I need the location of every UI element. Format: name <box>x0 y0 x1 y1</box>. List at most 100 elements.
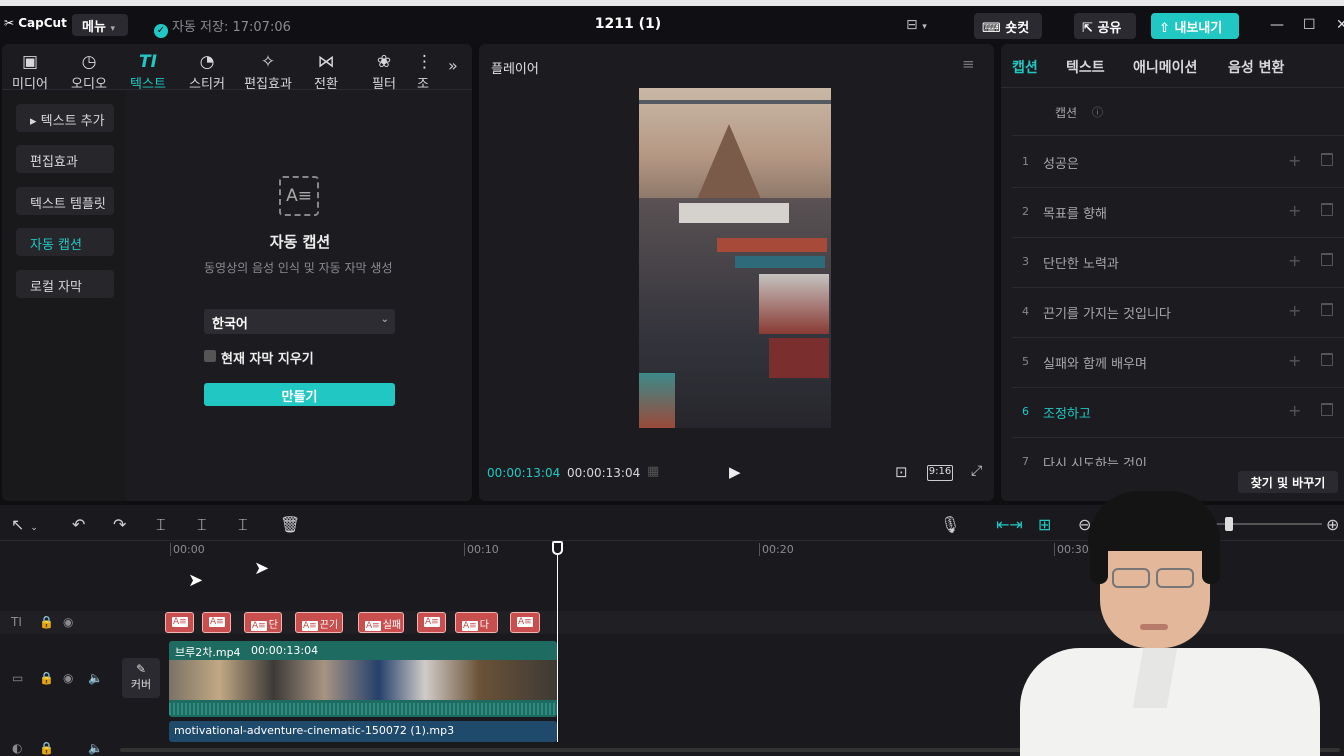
tab-transition[interactable]: ⋈ 전환 <box>302 52 350 92</box>
caption-text[interactable]: 목표를 향해 <box>1043 203 1107 222</box>
caption-text[interactable]: 끈기를 가지는 것입니다 <box>1043 303 1171 322</box>
plus-icon[interactable]: + <box>1288 151 1301 170</box>
caption-clip[interactable]: A≡ <box>202 612 231 633</box>
redo-icon[interactable]: ↷ <box>113 515 126 534</box>
menu-button[interactable]: 메뉴 ▾ <box>72 14 128 36</box>
split-icon[interactable]: ⌶ <box>156 515 166 535</box>
caption-clip[interactable]: A≡ <box>417 612 446 633</box>
caption-row[interactable]: 3 단단한 노력과 + <box>1012 238 1344 288</box>
delete-icon[interactable]: 🗑 <box>280 515 300 534</box>
tab-adjust-label: 조 <box>417 77 429 92</box>
trash-icon[interactable] <box>1321 153 1333 166</box>
side-effects[interactable]: 편집효과 <box>16 145 114 173</box>
caption-clip[interactable]: A≡ 단 <box>244 612 282 633</box>
caption-row[interactable]: 2 목표를 향해 + <box>1012 188 1344 238</box>
tab-filter-label: 필터 <box>372 77 396 92</box>
side-auto-caption[interactable]: 자동 캡션 <box>16 228 114 256</box>
tab-caption[interactable]: 캡션 <box>1012 57 1038 77</box>
caption-text[interactable]: 다시 시도하는 것이 <box>1043 453 1147 466</box>
caption-text[interactable]: 조정하고 <box>1043 403 1091 422</box>
eye-icon[interactable]: ◉ <box>63 615 73 629</box>
playhead[interactable] <box>557 548 558 742</box>
plus-icon[interactable]: + <box>1288 401 1301 420</box>
aspect-ratio-button[interactable]: 9:16 <box>927 465 953 481</box>
tab-sticker[interactable]: ◔ 스티커 <box>183 52 231 92</box>
fit-icon[interactable]: ⊡ <box>895 463 908 481</box>
language-select[interactable]: 한국어 ⌄ <box>204 309 395 334</box>
lock-icon[interactable]: 🔒 <box>39 615 54 629</box>
tab-text[interactable]: TI 텍스트 <box>124 52 172 92</box>
tab-audio[interactable]: ◷ 오디오 <box>65 52 113 92</box>
player-menu-icon[interactable]: ≡ <box>962 55 975 73</box>
caption-clip[interactable]: A≡ 실패 <box>358 612 404 633</box>
export-button[interactable]: ⇧ 내보내기 <box>1151 13 1239 39</box>
container-stack <box>639 373 675 428</box>
playhead-handle[interactable] <box>552 541 563 555</box>
timecode-toggle-icon[interactable]: ▦ <box>647 464 659 479</box>
share-button[interactable]: ⇱ 공유 <box>1074 13 1136 39</box>
tab-animation[interactable]: 애니메이션 <box>1133 57 1197 77</box>
maximize-icon[interactable]: ☐ <box>1303 17 1316 33</box>
plus-icon[interactable]: + <box>1288 201 1301 220</box>
caption-text[interactable]: 실패와 함께 배우며 <box>1043 353 1147 372</box>
caption-clip[interactable]: A≡ 끈기 <box>295 612 343 633</box>
play-icon[interactable]: ▶ <box>729 463 741 481</box>
help-icon[interactable]: ⓘ <box>1092 104 1103 120</box>
caption-text[interactable]: 성공은 <box>1043 153 1079 172</box>
trash-icon[interactable] <box>1321 203 1333 216</box>
microphone-icon[interactable]: 🎙 <box>940 515 960 534</box>
trim-right-icon[interactable]: ⌶ <box>238 515 248 535</box>
caption-row[interactable]: 1 성공은 + <box>1012 138 1344 188</box>
caption-number: 2 <box>1022 205 1029 218</box>
autosave-status: ✓ 자동 저장: 17:07:06 <box>154 16 291 38</box>
trash-icon[interactable] <box>1321 403 1333 416</box>
caption-row-active[interactable]: 6 조정하고 + <box>1012 388 1344 438</box>
caption-clip[interactable]: A≡ <box>165 612 194 633</box>
select-cursor-icon[interactable]: ↖ ⌄ <box>11 515 38 534</box>
tab-media[interactable]: ▣ 미디어 <box>6 52 54 92</box>
cover-button[interactable]: ✎ 커버 <box>122 658 160 698</box>
clear-captions-checkbox[interactable] <box>204 350 216 362</box>
presenter-hair <box>1090 528 1108 584</box>
tab-filter[interactable]: ❀ 필터 <box>360 52 408 92</box>
trash-icon[interactable] <box>1321 303 1333 316</box>
audio-clip[interactable]: motivational-adventure-cinematic-150072 … <box>169 721 557 742</box>
close-icon[interactable]: ✕ <box>1336 17 1344 33</box>
volume-icon[interactable]: 🔈 <box>88 741 103 755</box>
undo-icon[interactable]: ↶ <box>72 515 85 534</box>
caption-row[interactable]: 5 실패와 함께 배우며 + <box>1012 338 1344 388</box>
tab-effects-label: 편집효과 <box>244 77 292 92</box>
volume-icon[interactable]: 🔈 <box>88 671 103 685</box>
caption-clip[interactable]: A≡ <box>510 612 540 633</box>
minimize-icon[interactable]: — <box>1270 17 1284 33</box>
caption-clip[interactable]: A≡ 다 <box>455 612 498 633</box>
video-preview[interactable] <box>639 88 831 428</box>
caption-row[interactable]: 7 다시 시도하는 것이 <box>1012 438 1344 466</box>
tab-text-label: 텍스트 <box>130 77 166 92</box>
tab-adjust[interactable]: ⋮ 조 <box>416 52 430 92</box>
video-clip[interactable]: 브루2차.mp4 00:00:13:04 <box>169 641 557 717</box>
trash-icon[interactable] <box>1321 353 1333 366</box>
upload-icon: ⇧ <box>1159 21 1170 36</box>
side-text-template[interactable]: 텍스트 템플릿 <box>16 187 114 215</box>
lock-icon[interactable]: 🔒 <box>39 671 54 685</box>
side-add-text[interactable]: ▸ 텍스트 추가 <box>16 104 114 132</box>
trash-icon[interactable] <box>1321 253 1333 266</box>
caption-text[interactable]: 단단한 노력과 <box>1043 253 1119 272</box>
caption-row[interactable]: 4 끈기를 가지는 것입니다 + <box>1012 288 1344 338</box>
fullscreen-icon[interactable]: ⤢ <box>971 463 982 479</box>
more-tabs-icon[interactable]: » <box>448 56 458 75</box>
shortcut-button[interactable]: ⌨ 숏컷 <box>974 13 1042 39</box>
side-local-caption[interactable]: 로컬 자막 <box>16 270 114 298</box>
plus-icon[interactable]: + <box>1288 351 1301 370</box>
plus-icon[interactable]: + <box>1288 251 1301 270</box>
tab-effects[interactable]: ✧ 편집효과 <box>240 52 296 92</box>
eye-icon[interactable]: ◉ <box>63 671 73 685</box>
create-button[interactable]: 만들기 <box>204 383 395 406</box>
layout-icon[interactable]: ⊟ ▾ <box>906 17 927 33</box>
tab-text-style[interactable]: 텍스트 <box>1066 57 1105 77</box>
trim-left-icon[interactable]: ⌶ <box>197 515 207 535</box>
plus-icon[interactable]: + <box>1288 301 1301 320</box>
tab-voice-change[interactable]: 음성 변환 <box>1228 57 1284 77</box>
lock-icon[interactable]: 🔒 <box>39 741 54 755</box>
